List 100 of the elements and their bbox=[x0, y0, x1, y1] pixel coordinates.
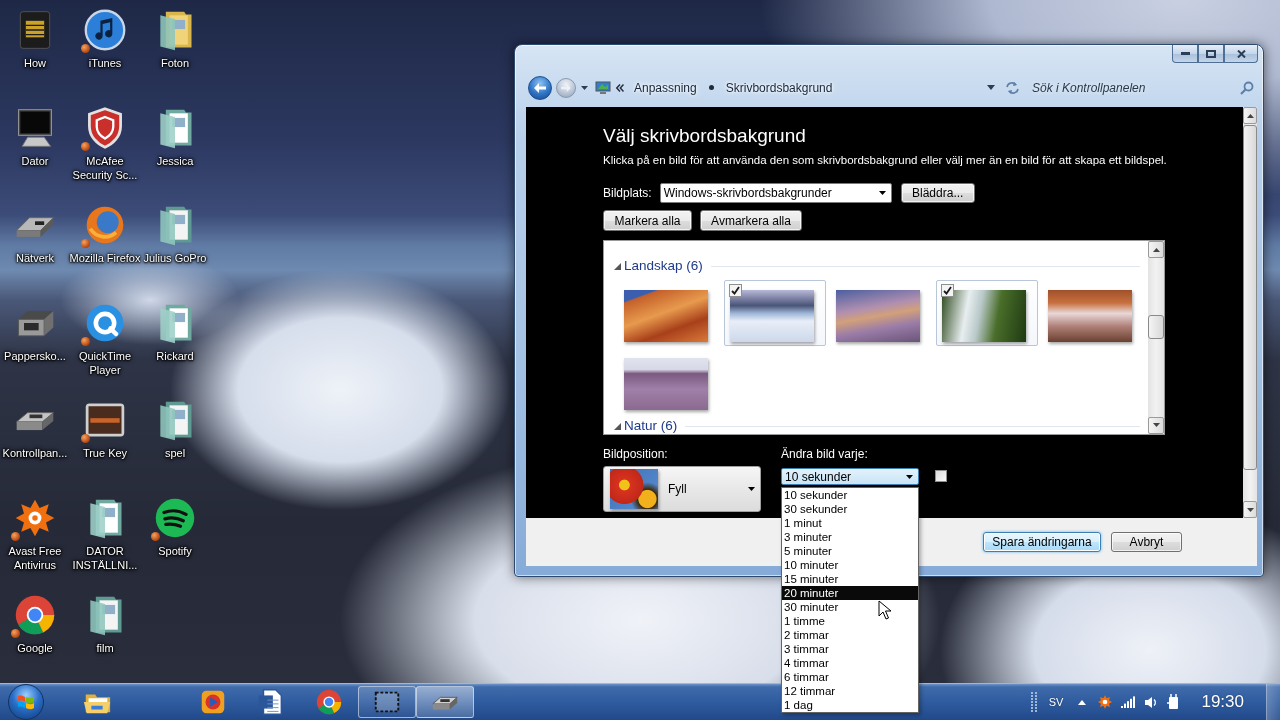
desktop-shortcut[interactable]: Dator bbox=[0, 105, 71, 168]
dropdown-option[interactable]: 1 minut bbox=[782, 516, 918, 530]
selection-button[interactable]: Avmarkera alla bbox=[700, 210, 802, 231]
checkbox[interactable] bbox=[729, 284, 742, 297]
search-icon[interactable] bbox=[1240, 80, 1254, 95]
close-icon bbox=[1236, 49, 1246, 58]
browse-button[interactable]: Bläddra... bbox=[900, 183, 975, 203]
selection-button[interactable]: Markera alla bbox=[603, 210, 692, 231]
desktop-shortcut[interactable]: Rickard bbox=[139, 300, 211, 363]
dialog-button[interactable]: Avbryt bbox=[1111, 532, 1182, 552]
address-caret-icon bbox=[987, 85, 995, 90]
scroll-up-button[interactable] bbox=[1243, 107, 1257, 124]
scrollbar-thumb[interactable] bbox=[1243, 124, 1257, 470]
dropdown-option[interactable]: 3 timmar bbox=[782, 642, 918, 656]
dropdown-option[interactable]: 1 timme bbox=[782, 614, 918, 628]
desktop-shortcut[interactable]: How bbox=[0, 8, 71, 70]
position-label: Bildposition: bbox=[603, 447, 668, 461]
double-chevron-icon[interactable] bbox=[616, 83, 624, 92]
search-field[interactable]: Sök i Kontrollpanelen bbox=[1032, 78, 1232, 97]
dropdown-option[interactable]: 10 minuter bbox=[782, 558, 918, 572]
desktop-shortcut[interactable]: Foton bbox=[139, 8, 211, 70]
desktop-shortcut[interactable]: True Key bbox=[69, 398, 141, 460]
flower-photo bbox=[610, 469, 658, 509]
breadcrumb-link[interactable]: Skrivbordsbakgrund bbox=[722, 79, 836, 96]
scroll-up-button[interactable] bbox=[1148, 241, 1164, 258]
dropdown-option[interactable]: 30 sekunder bbox=[782, 502, 918, 516]
dropdown-option[interactable]: 10 sekunder bbox=[782, 488, 918, 502]
up-triangle-icon[interactable] bbox=[1078, 699, 1087, 705]
position-dropdown[interactable]: Fyll bbox=[603, 466, 761, 512]
desktop-shortcut[interactable]: QuickTime Player bbox=[69, 300, 141, 377]
breadcrumb-link[interactable]: Anpassning bbox=[631, 79, 700, 96]
show-desktop-button[interactable] bbox=[1266, 684, 1280, 720]
dropdown-option[interactable]: 3 minuter bbox=[782, 530, 918, 544]
clock-text[interactable]: 19:30 bbox=[1201, 692, 1244, 712]
location-label: Bildplats: bbox=[603, 186, 652, 200]
dropdown-option[interactable]: 6 timmar bbox=[782, 670, 918, 684]
grip-icon bbox=[1030, 691, 1037, 713]
scroll-down-button[interactable] bbox=[1148, 417, 1164, 434]
scrollbar-thumb[interactable] bbox=[1148, 314, 1164, 339]
dropdown-option[interactable]: 2 timmar bbox=[782, 628, 918, 642]
scrollbar-track[interactable] bbox=[1148, 241, 1164, 434]
caret-icon bbox=[878, 191, 886, 195]
scrollbar-track[interactable] bbox=[1243, 107, 1257, 518]
page-heading: Välj skrivbordsbakgrund bbox=[603, 125, 806, 147]
desktop-shortcut[interactable]: Jessica bbox=[139, 105, 211, 168]
desktop-shortcut[interactable]: Julius GoPro bbox=[139, 203, 211, 265]
desktop-shortcut[interactable]: DATOR INSTÄLLNI... bbox=[69, 495, 141, 572]
taskbar-button[interactable] bbox=[358, 686, 416, 718]
desktop-shortcut[interactable]: Avast Free Antivirus bbox=[0, 495, 71, 572]
mouse-pointer-icon bbox=[878, 600, 891, 620]
speaker-icon[interactable] bbox=[1144, 695, 1158, 709]
dropdown-option[interactable]: 1 dag bbox=[782, 698, 918, 712]
wallpaper-thumbnail[interactable] bbox=[724, 280, 826, 346]
down-triangle-icon bbox=[1152, 423, 1160, 428]
checkbox[interactable] bbox=[941, 284, 954, 297]
dropdown-option[interactable]: 20 minuter bbox=[782, 586, 918, 600]
desktop-shortcut[interactable]: iTunes bbox=[69, 8, 141, 70]
collapse-triangle-icon[interactable] bbox=[614, 262, 621, 270]
desktop-shortcut[interactable]: Pappersko... bbox=[0, 300, 71, 363]
desktop-shortcut[interactable]: Google bbox=[0, 593, 71, 655]
signal-bars-icon[interactable] bbox=[1121, 696, 1136, 708]
wallpaper-thumbnail[interactable] bbox=[936, 280, 1038, 346]
desktop-shortcut[interactable]: McAfee Security Sc... bbox=[69, 105, 141, 182]
interval-dropdown[interactable]: 10 sekunder bbox=[781, 468, 919, 485]
maximize-icon bbox=[1206, 49, 1216, 58]
caret-icon bbox=[748, 487, 755, 491]
language-indicator[interactable]: SV bbox=[1048, 696, 1064, 708]
desktop-shortcut[interactable]: Mozilla Firefox bbox=[69, 203, 141, 265]
minimize-button[interactable] bbox=[1172, 45, 1198, 63]
collapse-triangle-icon[interactable] bbox=[614, 422, 621, 430]
maximize-button[interactable] bbox=[1198, 45, 1224, 63]
refresh-icon[interactable] bbox=[1005, 80, 1020, 95]
breadcrumb-separator-icon[interactable] bbox=[708, 85, 714, 90]
group-heading[interactable]: Natur (6) bbox=[624, 419, 678, 433]
splat-icon[interactable] bbox=[1097, 694, 1114, 710]
flag-icon bbox=[17, 694, 35, 710]
dropdown-option[interactable]: 30 minuter bbox=[782, 600, 918, 614]
location-dropdown[interactable]: Windows-skrivbordsbakgrunder bbox=[659, 183, 892, 203]
instruction-text: Klicka på en bild för att använda den som skrivbordsbakgrund eller välj mer än en bild för att skapa ett bildspel. bbox=[603, 153, 1167, 168]
close-button[interactable] bbox=[1224, 45, 1258, 63]
desktop-shortcut[interactable]: Nätverk bbox=[0, 203, 71, 265]
dialog-button[interactable]: Spara ändringarna bbox=[983, 532, 1101, 552]
shuffle-checkbox[interactable] bbox=[935, 470, 947, 482]
start-button[interactable] bbox=[8, 684, 44, 720]
plug-icon[interactable] bbox=[1166, 694, 1181, 710]
down-triangle-icon bbox=[1246, 507, 1254, 512]
history-caret-icon bbox=[581, 85, 588, 90]
desktop-shortcut[interactable]: film bbox=[69, 593, 141, 655]
scroll-down-button[interactable] bbox=[1243, 501, 1257, 518]
back-button[interactable] bbox=[528, 75, 552, 100]
desktop-shortcut[interactable]: spel bbox=[139, 398, 211, 460]
monitor-icon[interactable] bbox=[595, 80, 611, 95]
desktop-shortcut[interactable]: Kontrollpan... bbox=[0, 398, 71, 460]
dropdown-option[interactable]: 15 minuter bbox=[782, 572, 918, 586]
dropdown-option[interactable]: 12 timmar bbox=[782, 684, 918, 698]
dropdown-option[interactable]: 4 timmar bbox=[782, 656, 918, 670]
caret-icon bbox=[906, 474, 913, 479]
desktop-shortcut[interactable]: Spotify bbox=[139, 495, 211, 558]
dropdown-option[interactable]: 5 minuter bbox=[782, 544, 918, 558]
group-heading[interactable]: Landskap (6) bbox=[624, 259, 703, 273]
